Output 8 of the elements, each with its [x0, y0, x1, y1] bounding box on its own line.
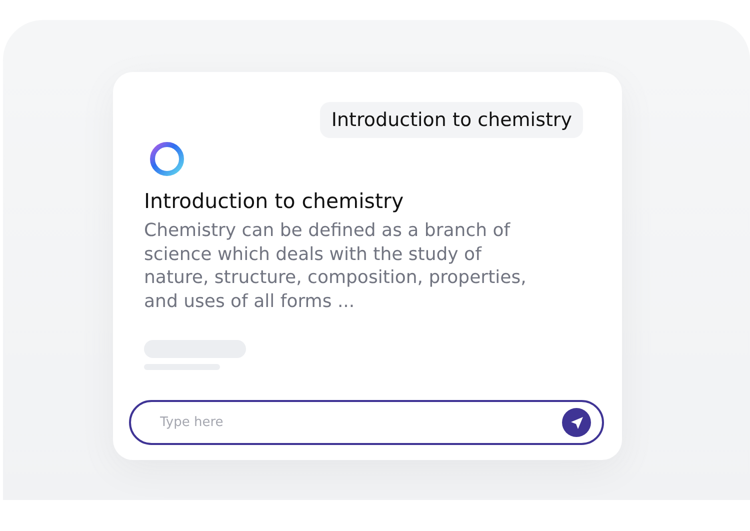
input-field[interactable]: Type here [129, 400, 604, 445]
reply-title: Introduction to chemistry [144, 189, 405, 213]
ring-logo-icon [149, 141, 185, 177]
send-button[interactable] [562, 408, 591, 437]
user-message: Introduction to chemistry [320, 102, 583, 138]
reply-text: Chemistry can be defined as a branch of science which deals with the study of nature, structure, composition, properties, and uses of all forms ... [144, 219, 528, 313]
send-icon [568, 414, 584, 430]
message-input[interactable]: Type here [158, 414, 562, 431]
